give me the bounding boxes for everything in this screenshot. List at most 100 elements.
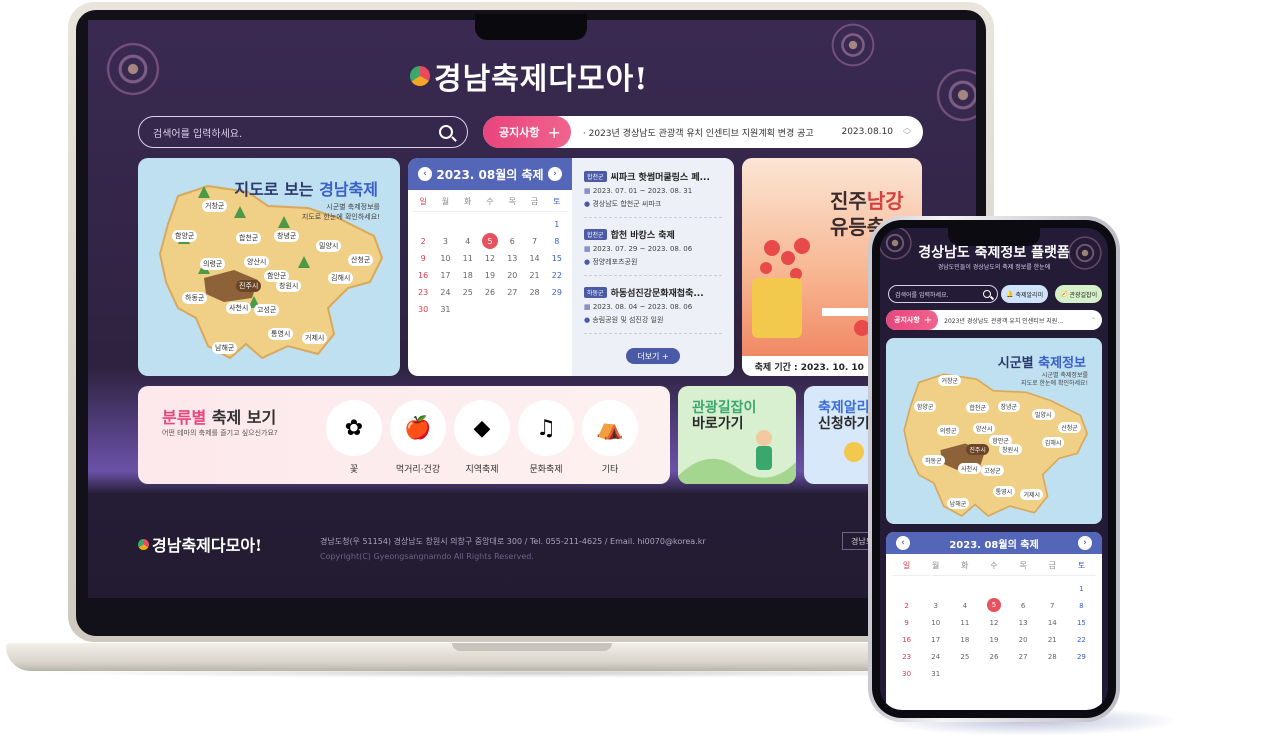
event-item[interactable]: 합천군 씨파크 핫썸머쿨링스 페... ▦ 2023. 07. 01 ~ 2023.… xyxy=(584,170,722,218)
calendar-day[interactable]: 19 xyxy=(479,271,501,280)
calendar-day[interactable]: 27 xyxy=(501,288,523,297)
map-region-label[interactable]: 거제시 xyxy=(302,332,328,344)
calendar-day[interactable]: 1 xyxy=(1067,585,1096,593)
map-region-label[interactable]: 합천군 xyxy=(966,402,989,414)
calendar-day[interactable]: 24 xyxy=(434,288,456,297)
map-region-label[interactable]: 합천군 xyxy=(236,232,262,244)
mobile-alert-button[interactable]: 🔔 축제알리미 xyxy=(1001,285,1049,303)
tent-icon[interactable]: ⛺ xyxy=(582,400,638,456)
map-region-label[interactable]: 고성군 xyxy=(254,304,280,316)
calendar-day[interactable]: 23 xyxy=(892,653,921,661)
map-region-label[interactable]: 김해시 xyxy=(328,272,354,284)
calendar-day[interactable]: 22 xyxy=(546,271,568,280)
calendar-day[interactable]: 15 xyxy=(546,254,568,263)
calendar-day[interactable]: 31 xyxy=(921,670,950,678)
map-region-label[interactable]: 진주시 xyxy=(236,280,262,292)
category-item[interactable]: ♫ 문화축제 xyxy=(516,400,576,475)
calendar-day[interactable]: 16 xyxy=(892,636,921,644)
calendar-day[interactable]: 8 xyxy=(546,237,568,246)
search-icon[interactable] xyxy=(439,125,453,139)
map-region-label[interactable]: 밀양시 xyxy=(316,240,342,252)
map-region-label[interactable]: 하동군 xyxy=(922,454,945,466)
calendar-day[interactable]: 5 xyxy=(481,233,498,249)
calendar-day[interactable]: 24 xyxy=(921,653,950,661)
map-region-label[interactable]: 거창군 xyxy=(202,200,228,212)
calendar-day[interactable]: 13 xyxy=(501,254,523,263)
calendar-day[interactable]: 3 xyxy=(434,237,456,246)
category-item[interactable]: ✿ 꽃 xyxy=(324,400,384,475)
calendar-day[interactable]: 9 xyxy=(892,619,921,627)
map-region-label[interactable]: 하동군 xyxy=(182,292,208,304)
footer-logo[interactable]: 경남축제다모아! xyxy=(138,532,262,556)
calendar-day[interactable]: 25 xyxy=(457,288,479,297)
calendar-day[interactable]: 26 xyxy=(979,653,1008,661)
calendar-day[interactable]: 17 xyxy=(434,271,456,280)
more-button[interactable]: 더보기 + xyxy=(626,348,680,364)
calendar-day[interactable]: 4 xyxy=(457,237,479,246)
notice-bar[interactable]: 공지사항 + · 2023년 경상남도 관광객 유치 인센티브 지원계획 변경 공… xyxy=(483,116,923,148)
calendar-day[interactable]: 6 xyxy=(1009,602,1038,610)
map-region-label[interactable]: 사천시 xyxy=(226,302,252,314)
category-item[interactable]: ◆ 지역축제 xyxy=(452,400,512,475)
map-region-label[interactable]: 산청군 xyxy=(1058,421,1081,433)
calendar-day[interactable]: 8 xyxy=(1067,602,1096,610)
map-region-label[interactable]: 창원시 xyxy=(999,444,1022,456)
map-region-label[interactable]: 함양군 xyxy=(172,230,198,242)
calendar-day[interactable]: 28 xyxy=(1038,653,1067,661)
chevron-left-icon[interactable]: ‹ xyxy=(896,536,910,550)
event-item[interactable]: 합천군 합천 바캉스 축제 ▦ 2023. 07. 29 ~ 2023. 08. 0… xyxy=(584,228,722,276)
calendar-day[interactable]: 31 xyxy=(434,305,456,314)
calendar-day[interactable]: 30 xyxy=(412,305,434,314)
chevron-down-icon[interactable]: ﹀ xyxy=(903,131,911,140)
calendar-day[interactable]: 15 xyxy=(1067,619,1096,627)
calendar-day[interactable]: 12 xyxy=(979,619,1008,627)
map-region-label[interactable]: 양산시 xyxy=(244,256,270,268)
mobile-notice-label[interactable]: 공지사항 + xyxy=(886,310,939,330)
category-item[interactable]: ⛺ 기타 xyxy=(580,400,640,475)
chevron-right-icon[interactable]: › xyxy=(548,167,562,181)
map-region-label[interactable]: 남해군 xyxy=(946,498,970,510)
calendar-day[interactable]: 13 xyxy=(1009,619,1038,627)
calendar-day[interactable]: 28 xyxy=(523,288,545,297)
map-region-label[interactable]: 의령군 xyxy=(200,258,226,270)
calendar-day[interactable]: 10 xyxy=(921,619,950,627)
calendar-day[interactable]: 21 xyxy=(523,271,545,280)
calendar-day[interactable]: 4 xyxy=(950,602,979,610)
calendar-day[interactable]: 6 xyxy=(501,237,523,246)
map-region-label[interactable]: 남해군 xyxy=(212,342,238,354)
mobile-notice-text[interactable]: 2023년 경상남도 관광객 유치 인센티브 지원... xyxy=(944,316,1091,325)
chevron-left-icon[interactable]: ‹ xyxy=(418,167,432,181)
region-map-icon[interactable]: ◆ xyxy=(454,400,510,456)
tour-guide-banner[interactable]: 관광길잡이 바로가기 xyxy=(678,386,796,484)
mobile-notice-bar[interactable]: 공지사항 + 2023년 경상남도 관광객 유치 인센티브 지원... ⌃ xyxy=(886,310,1102,330)
calendar-day[interactable]: 16 xyxy=(412,271,434,280)
calendar-day[interactable]: 7 xyxy=(1038,602,1067,610)
map-region-label[interactable]: 고성군 xyxy=(981,465,1004,477)
calendar-day[interactable]: 9 xyxy=(412,254,434,263)
map-region-label[interactable]: 사천시 xyxy=(958,463,981,475)
calendar-day[interactable]: 21 xyxy=(1038,636,1067,644)
notice-arrows[interactable]: ︿ ﹀ xyxy=(903,124,911,140)
calendar-day[interactable]: 3 xyxy=(921,602,950,610)
calendar-day[interactable]: 10 xyxy=(434,254,456,263)
map-region-label[interactable]: 의령군 xyxy=(936,425,960,436)
map-region-label[interactable]: 창원시 xyxy=(276,280,302,292)
calendar-day[interactable]: 1 xyxy=(546,220,568,229)
chevron-updown-icon[interactable]: ⌃ xyxy=(1091,317,1096,324)
map-region-label[interactable]: 창녕군 xyxy=(997,400,1021,412)
calendar-day[interactable]: 23 xyxy=(412,288,434,297)
calendar-day[interactable]: 11 xyxy=(950,619,979,627)
map-region-label[interactable]: 통영시 xyxy=(268,328,294,340)
map-region-label[interactable]: 김해시 xyxy=(1041,437,1065,449)
map-region-label[interactable]: 양산시 xyxy=(972,423,996,435)
mobile-guide-button[interactable]: 🧭 관광길잡이 xyxy=(1055,285,1103,303)
calendar-day[interactable]: 12 xyxy=(479,254,501,263)
calendar-day[interactable]: 20 xyxy=(501,271,523,280)
category-item[interactable]: 🍎 먹거리·건강 xyxy=(388,400,448,475)
calendar-day[interactable]: 14 xyxy=(523,254,545,263)
calendar-day[interactable]: 29 xyxy=(546,288,568,297)
calendar-day[interactable]: 26 xyxy=(479,288,501,297)
calendar-day[interactable]: 18 xyxy=(457,271,479,280)
map-region-label[interactable]: 창녕군 xyxy=(274,230,300,242)
calendar-day[interactable]: 20 xyxy=(1009,636,1038,644)
